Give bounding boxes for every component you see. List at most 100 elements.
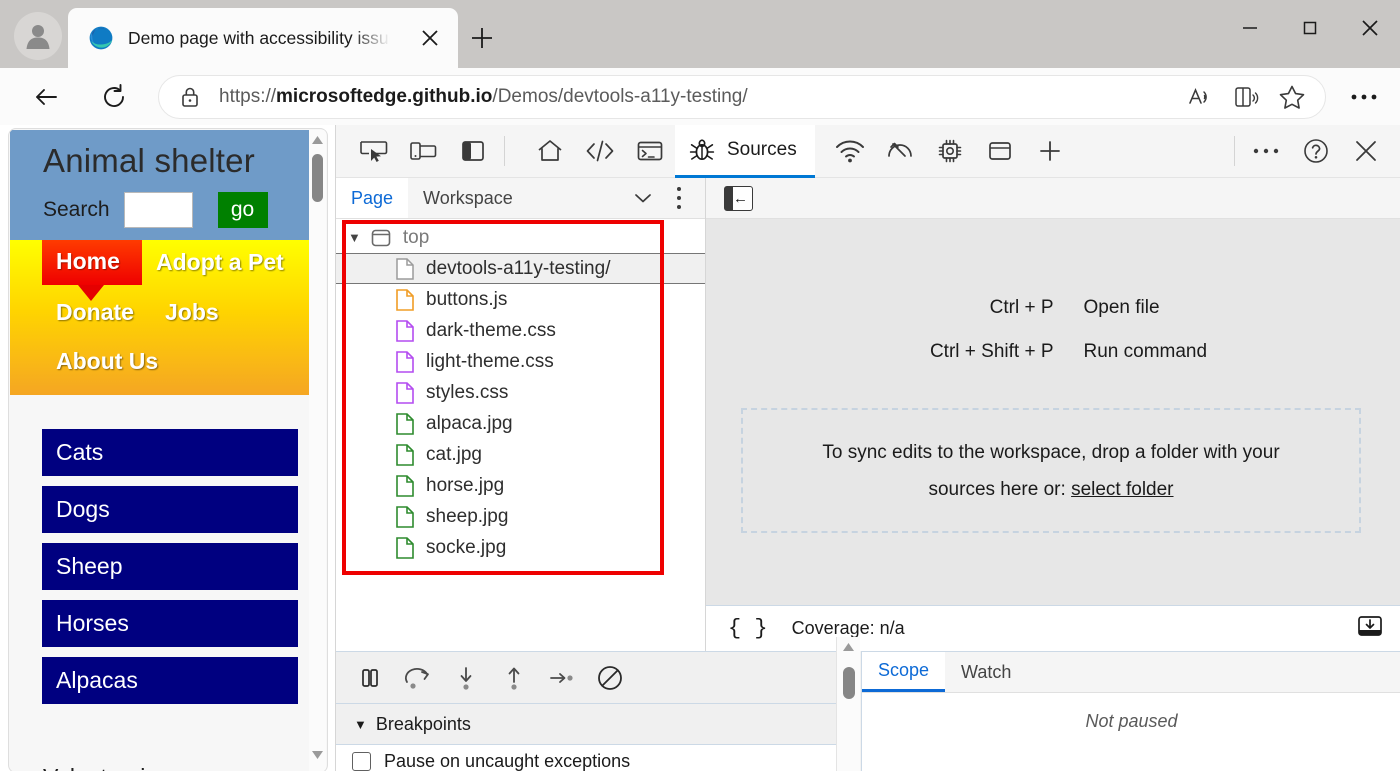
scroll-up-arrow-icon[interactable] [837, 637, 860, 657]
nav-item-about-us[interactable]: About Us [56, 348, 158, 375]
chevron-down-icon[interactable] [625, 178, 661, 218]
page-partial-text: Volunteering [43, 764, 171, 771]
breakpoint-option-uncaught[interactable]: Pause on uncaught exceptions [336, 745, 860, 771]
tree-row-sheep-jpg[interactable]: sheep.jpg [336, 501, 705, 532]
sources-editor: ← Ctrl + P Open file Ctrl + Shift + P Ru… [706, 178, 1400, 651]
expand-caret-icon[interactable]: ▼ [354, 717, 367, 732]
tree-row-light-theme-css[interactable]: light-theme.css [336, 346, 705, 377]
more-tools-icon[interactable] [1241, 128, 1291, 174]
expand-caret-icon[interactable]: ▼ [348, 230, 361, 245]
browser-tab[interactable]: Demo page with accessibility issues [68, 8, 458, 68]
collapse-sidebar-icon[interactable]: ← [724, 186, 753, 211]
category-item-dogs[interactable]: Dogs [42, 486, 298, 533]
scope-empty-message: Not paused [862, 711, 1400, 732]
tab-sources[interactable]: Sources [675, 125, 815, 178]
pause-script-icon[interactable] [346, 655, 394, 701]
step-into-icon[interactable] [442, 655, 490, 701]
search-form: Search go [43, 192, 268, 228]
application-icon[interactable] [975, 128, 1025, 174]
minimize-button[interactable] [1220, 0, 1280, 56]
read-aloud-icon[interactable] [1177, 77, 1223, 117]
nav-item-adopt-a-pet[interactable]: Adopt a Pet [156, 249, 284, 276]
new-tab-button[interactable] [462, 18, 502, 58]
vertical-dots-icon[interactable] [661, 178, 697, 218]
checkbox-pause-uncaught[interactable] [352, 752, 371, 771]
tab-workspace[interactable]: Workspace [408, 178, 528, 218]
tree-row-devtools-a11y-testing[interactable]: devtools-a11y-testing/ [336, 253, 705, 284]
tab-scope[interactable]: Scope [862, 652, 945, 692]
nav-item-jobs[interactable]: Jobs [165, 299, 219, 326]
page-title: Animal shelter [43, 142, 255, 180]
select-folder-link[interactable]: select folder [1071, 479, 1173, 500]
close-devtools-icon[interactable] [1341, 128, 1391, 174]
scroll-up-arrow-icon[interactable] [309, 130, 326, 150]
reload-button[interactable] [92, 75, 136, 119]
immersive-reader-icon[interactable] [1223, 77, 1269, 117]
category-item-sheep[interactable]: Sheep [42, 543, 298, 590]
memory-icon[interactable] [925, 128, 975, 174]
close-window-button[interactable] [1340, 0, 1400, 56]
device-emulation-icon[interactable] [398, 128, 448, 174]
search-label: Search [43, 198, 110, 222]
console-icon[interactable] [625, 128, 675, 174]
js-file-icon [396, 289, 414, 311]
add-panel-icon[interactable] [1025, 128, 1075, 174]
tree-row-top[interactable]: ▼ top [336, 222, 705, 253]
tree-row-alpaca-jpg[interactable]: alpaca.jpg [336, 408, 705, 439]
tree-row-styles-css[interactable]: styles.css [336, 377, 705, 408]
wifi-glyph [834, 136, 866, 166]
close-window-icon [1358, 16, 1382, 40]
tree-row-horse-jpg[interactable]: horse.jpg [336, 470, 705, 501]
address-bar[interactable]: https://microsoftedge.github.io/Demos/de… [158, 75, 1326, 119]
tree-row-cat-jpg[interactable]: cat.jpg [336, 439, 705, 470]
step-glyph [547, 664, 577, 692]
back-button[interactable] [24, 75, 68, 119]
help-icon[interactable] [1291, 128, 1341, 174]
favorite-star-icon[interactable] [1269, 77, 1315, 117]
tree-row-buttons-js[interactable]: buttons.js [336, 284, 705, 315]
scrollbar-thumb[interactable] [312, 154, 323, 202]
tree-row-dark-theme-css[interactable]: dark-theme.css [336, 315, 705, 346]
dropzone-line-2-prefix: sources here or: [928, 479, 1065, 500]
deactivate-breakpoints-icon[interactable] [586, 655, 634, 701]
step-over-icon[interactable] [394, 655, 442, 701]
search-go-button[interactable]: go [218, 192, 268, 228]
elements-icon[interactable] [575, 128, 625, 174]
scroll-down-arrow-icon[interactable] [309, 745, 326, 765]
tab-page[interactable]: Page [336, 178, 408, 218]
performance-icon[interactable] [875, 128, 925, 174]
category-item-alpacas[interactable]: Alpacas [42, 657, 298, 704]
maximize-button[interactable] [1280, 0, 1340, 56]
category-item-horses[interactable]: Horses [42, 600, 298, 647]
workspace-dropzone[interactable]: To sync edits to the workspace, drop a f… [741, 408, 1361, 533]
network-icon[interactable] [825, 128, 875, 174]
page-scrollbar[interactable] [309, 130, 326, 771]
search-input[interactable] [124, 192, 193, 228]
step-icon[interactable] [538, 655, 586, 701]
breakpoints-section-header[interactable]: ▼ Breakpoints [336, 704, 860, 745]
nav-item-donate[interactable]: Donate [56, 299, 134, 326]
breakpoints-scrollbar[interactable] [836, 637, 860, 771]
braces-icon[interactable]: { } [728, 616, 768, 641]
profile-avatar-button[interactable] [14, 12, 62, 60]
ellipsis-glyph [1349, 92, 1379, 102]
inspect-element-icon[interactable] [348, 128, 398, 174]
browser-window: Demo page with accessibility issues [0, 0, 1400, 771]
category-item-cats[interactable]: Cats [42, 429, 298, 476]
more-settings-icon[interactable] [1336, 75, 1392, 119]
close-glyph [1352, 137, 1380, 165]
editor-shortcuts: Ctrl + P Open file Ctrl + Shift + P Run … [706, 219, 1400, 363]
nav-item-home[interactable]: Home [42, 240, 142, 285]
step-out-icon[interactable] [490, 655, 538, 701]
scrollbar-thumb[interactable] [843, 667, 855, 699]
plus-icon [469, 25, 495, 51]
close-icon[interactable] [416, 24, 444, 52]
dock-glyph [458, 136, 488, 166]
dock-side-icon[interactable] [448, 128, 498, 174]
image-file-icon [396, 537, 414, 559]
tab-watch[interactable]: Watch [945, 652, 1027, 692]
vertical-ellipsis-glyph [675, 185, 683, 211]
home-icon[interactable] [525, 128, 575, 174]
tree-row-socke-jpg[interactable]: socke.jpg [336, 532, 705, 563]
export-icon[interactable] [1357, 614, 1383, 643]
